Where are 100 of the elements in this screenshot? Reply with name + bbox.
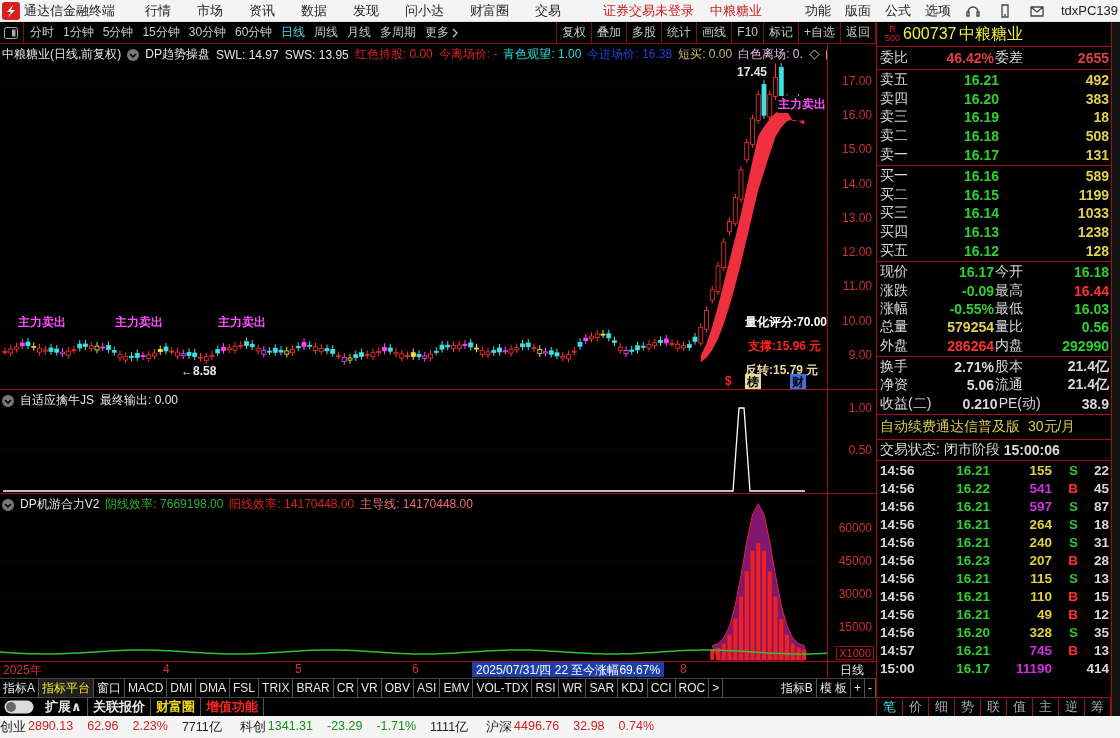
indicator-tab[interactable]: CCI (647, 679, 676, 697)
tick-price: 16.21 (955, 462, 990, 478)
toggle-switch[interactable] (4, 700, 34, 714)
toolbar-button[interactable]: F10 (731, 22, 763, 43)
indicator-readout: SWS: 13.95 (284, 47, 349, 62)
tick-time: 14:56 (880, 624, 916, 640)
menu-item[interactable]: 市场 (197, 1, 223, 20)
indicator-tab[interactable]: TRIX (259, 679, 294, 697)
toolbar-button[interactable]: 返回 (840, 22, 876, 43)
collapse-icon[interactable] (2, 498, 14, 511)
extension-tab[interactable]: 关联报价 (87, 698, 150, 716)
period-tab[interactable]: 15分钟 (142, 24, 180, 41)
tick-price: 16.20 (955, 624, 990, 640)
menu-item[interactable]: 资讯 (249, 1, 275, 20)
menu-item[interactable]: 功能 (804, 1, 831, 20)
indicator-tab[interactable]: OBV (381, 679, 415, 697)
extension-tab[interactable]: 扩展∧ (40, 698, 87, 716)
menu-item[interactable]: 问小达 (405, 1, 444, 20)
indicator-tab[interactable]: VOL-TDX (473, 679, 533, 697)
menu-item[interactable]: 行情 (145, 1, 171, 20)
tick-side: B (1067, 606, 1078, 622)
period-tab[interactable]: 30分钟 (188, 24, 227, 41)
toolbar-button[interactable]: 标记 (763, 22, 798, 43)
signal-label: 主力卖出 (778, 96, 826, 113)
event-marker[interactable]: 财 (790, 374, 806, 389)
promo-text[interactable]: 自动续费通达信普及版 (880, 418, 1020, 437)
toolbar-button[interactable]: 多股 (626, 22, 662, 43)
period-tab[interactable]: 月线 (347, 24, 372, 41)
indicator-tab[interactable]: VR (358, 679, 382, 697)
indicator-tab[interactable]: 指标平台 (39, 679, 94, 697)
index-name[interactable]: 创业 (0, 718, 26, 736)
indicator-tab[interactable]: MACD (125, 679, 168, 697)
indicator-name[interactable]: DP机游合力V2 (20, 496, 100, 513)
date-label: 8 (680, 662, 687, 676)
indicator-tab[interactable]: > (709, 679, 724, 697)
indicator-tab[interactable]: CR (333, 679, 359, 697)
indicator-tab[interactable]: 模 板 (816, 679, 851, 697)
order-volume: 508 (1084, 128, 1109, 145)
index-name[interactable]: 科创 (239, 718, 266, 736)
indicator-tab[interactable]: ASI (414, 679, 441, 697)
toolbar-button[interactable]: +自选 (798, 22, 840, 43)
axis-label: 30000 (838, 587, 872, 601)
menu-item[interactable]: 选项 (924, 1, 951, 20)
extension-tab[interactable]: 财富圈 (150, 698, 200, 716)
toolbar-button[interactable]: 统计 (661, 22, 697, 43)
indicator-tab[interactable]: - (865, 679, 876, 697)
indicator-tab[interactable]: RSI (532, 679, 560, 697)
indicator-tab[interactable]: 窗口 (94, 679, 125, 697)
toolbar-button[interactable]: 画线 (696, 22, 732, 43)
promo-price[interactable]: 30元/月 (1028, 418, 1076, 437)
quote-value: 16.44 (1072, 282, 1109, 299)
indicator-tab[interactable]: DMA (196, 679, 231, 697)
toolbar-button[interactable]: 叠加 (591, 22, 627, 43)
period-tab[interactable]: 1分钟 (63, 24, 94, 41)
indicator-tab[interactable]: BRAR (293, 679, 334, 697)
collapse-icon[interactable] (2, 394, 14, 407)
notice-text[interactable]: 证券交易未登录 (603, 1, 694, 20)
menu-item[interactable]: 公式 (884, 1, 911, 20)
indicator-name[interactable]: DP趋势操盘 (145, 46, 210, 63)
indicator-tab[interactable]: KDJ (618, 679, 648, 697)
tick-count: 31 (1092, 534, 1109, 550)
period-tab[interactable]: 周线 (314, 24, 339, 41)
extension-tab[interactable]: 增值功能 (200, 698, 263, 716)
axis-label: 60000 (838, 521, 872, 535)
notice-text[interactable]: 中粮糖业 (710, 1, 762, 20)
period-tab[interactable]: 多周期 (380, 24, 417, 41)
index-change: 32.98 (573, 718, 605, 735)
period-tab[interactable]: 5分钟 (102, 24, 134, 41)
menu-item[interactable]: 交易 (535, 1, 561, 20)
user-name[interactable]: tdxPC139 (1060, 3, 1118, 18)
panel-toggle-icon[interactable] (4, 26, 18, 39)
indicator-tab[interactable]: + (851, 679, 865, 697)
order-level-label: 卖三 (880, 108, 909, 127)
toolbar-button[interactable]: 复权 (556, 22, 592, 43)
quote-label: 收益(二) (880, 394, 932, 413)
period-tab[interactable]: 分时 (30, 24, 54, 41)
tick-price: 16.21 (955, 570, 990, 586)
period-label: 日线 (839, 662, 865, 679)
tick-price: 16.21 (955, 534, 990, 550)
menu-item[interactable]: 版面 (844, 1, 871, 20)
menu-item[interactable]: 发现 (353, 1, 379, 20)
index-name[interactable]: 沪深 (486, 718, 513, 736)
collapse-icon[interactable] (127, 48, 140, 61)
period-tab[interactable]: 更多 (425, 24, 459, 41)
menu-item[interactable]: 数据 (301, 1, 327, 20)
indicator-name[interactable]: 自适应擒牛JS (20, 392, 94, 409)
indicator-tab[interactable]: DMI (167, 679, 197, 697)
indicator-tab[interactable]: EMV (440, 679, 474, 697)
indicator-tab[interactable]: 指标B (777, 679, 817, 697)
indicator-tab[interactable]: WR (559, 679, 587, 697)
indicator-tab[interactable]: FSL (230, 679, 260, 697)
indicator-readout: SWL: 14.97 (216, 47, 279, 62)
period-tab[interactable]: 日线 (281, 24, 306, 41)
indicator-tab[interactable]: SAR (586, 679, 619, 697)
indicator-tab[interactable]: ROC (675, 679, 710, 697)
event-marker[interactable]: $ (723, 374, 734, 388)
period-tab[interactable]: 60分钟 (235, 24, 273, 41)
chart-annotation: 支撑:15.96 元 (748, 338, 822, 355)
menu-item[interactable]: 财富圈 (470, 1, 509, 20)
tick-time: 14:56 (880, 516, 916, 532)
